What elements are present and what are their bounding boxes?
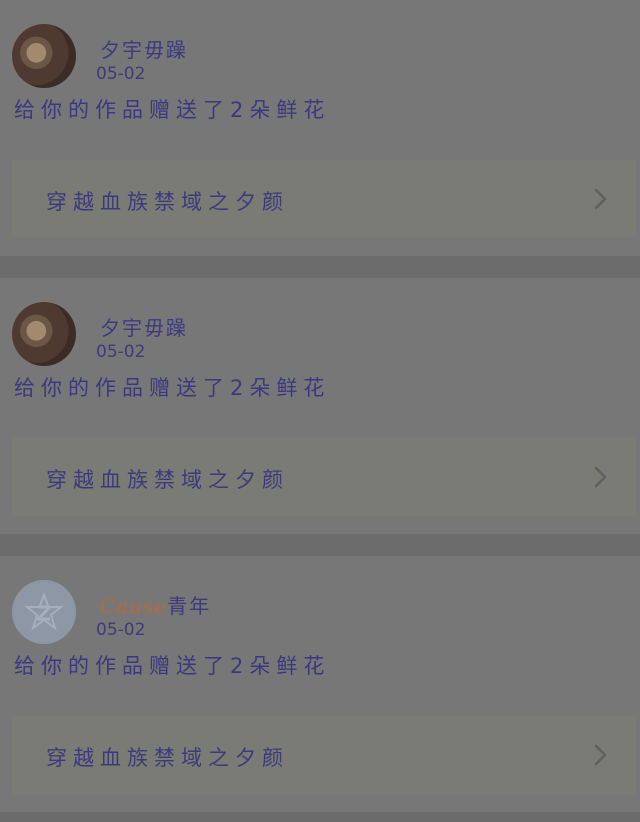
sender-name-text: 夕宇毋躁 [100, 316, 188, 340]
notification-feed: 夕宇毋躁 05-02 给你的作品赠送了2朵鲜花 穿越血族禁域之夕颜 夕宇毋躁 0… [0, 0, 640, 812]
avatar[interactable] [12, 580, 76, 644]
qq-default-avatar-icon [24, 592, 64, 631]
sender-name[interactable]: Cause青年 [100, 590, 211, 619]
avatar[interactable] [12, 24, 76, 88]
notification-header: 夕宇毋躁 05-02 [12, 24, 612, 90]
chevron-right-icon [594, 188, 607, 210]
notification-date: 05-02 [96, 64, 146, 84]
notification-card: 夕宇毋躁 05-02 给你的作品赠送了2朵鲜花 穿越血族禁域之夕颜 [0, 278, 640, 534]
notification-header: Cause青年 05-02 [12, 580, 612, 646]
work-item-link[interactable]: 穿越血族禁域之夕颜 [12, 438, 636, 516]
work-title: 穿越血族禁域之夕颜 [46, 190, 289, 214]
sender-name[interactable]: 夕宇毋躁 [100, 34, 188, 63]
notification-card: 夕宇毋躁 05-02 给你的作品赠送了2朵鲜花 穿越血族禁域之夕颜 [0, 0, 640, 256]
sender-name-latin: Cause [100, 594, 168, 618]
work-item-link[interactable]: 穿越血族禁域之夕颜 [12, 160, 636, 238]
notification-header: 夕宇毋躁 05-02 [12, 302, 612, 368]
sender-name-text: 夕宇毋躁 [100, 38, 188, 62]
sender-name[interactable]: 夕宇毋躁 [100, 312, 188, 341]
work-title: 穿越血族禁域之夕颜 [46, 468, 289, 492]
work-title: 穿越血族禁域之夕颜 [46, 746, 289, 770]
notification-date: 05-02 [96, 620, 146, 640]
divider [0, 534, 640, 556]
notification-message: 给你的作品赠送了2朵鲜花 [14, 376, 331, 400]
sender-name-text: 青年 [167, 594, 212, 618]
chevron-right-icon [594, 744, 607, 766]
notification-card: Cause青年 05-02 给你的作品赠送了2朵鲜花 穿越血族禁域之夕颜 [0, 556, 640, 812]
work-item-link[interactable]: 穿越血族禁域之夕颜 [12, 716, 636, 794]
notification-message: 给你的作品赠送了2朵鲜花 [14, 98, 331, 122]
notification-message: 给你的作品赠送了2朵鲜花 [14, 654, 331, 678]
notification-date: 05-02 [96, 342, 146, 362]
divider [0, 256, 640, 278]
avatar[interactable] [12, 302, 76, 366]
chevron-right-icon [594, 466, 607, 488]
